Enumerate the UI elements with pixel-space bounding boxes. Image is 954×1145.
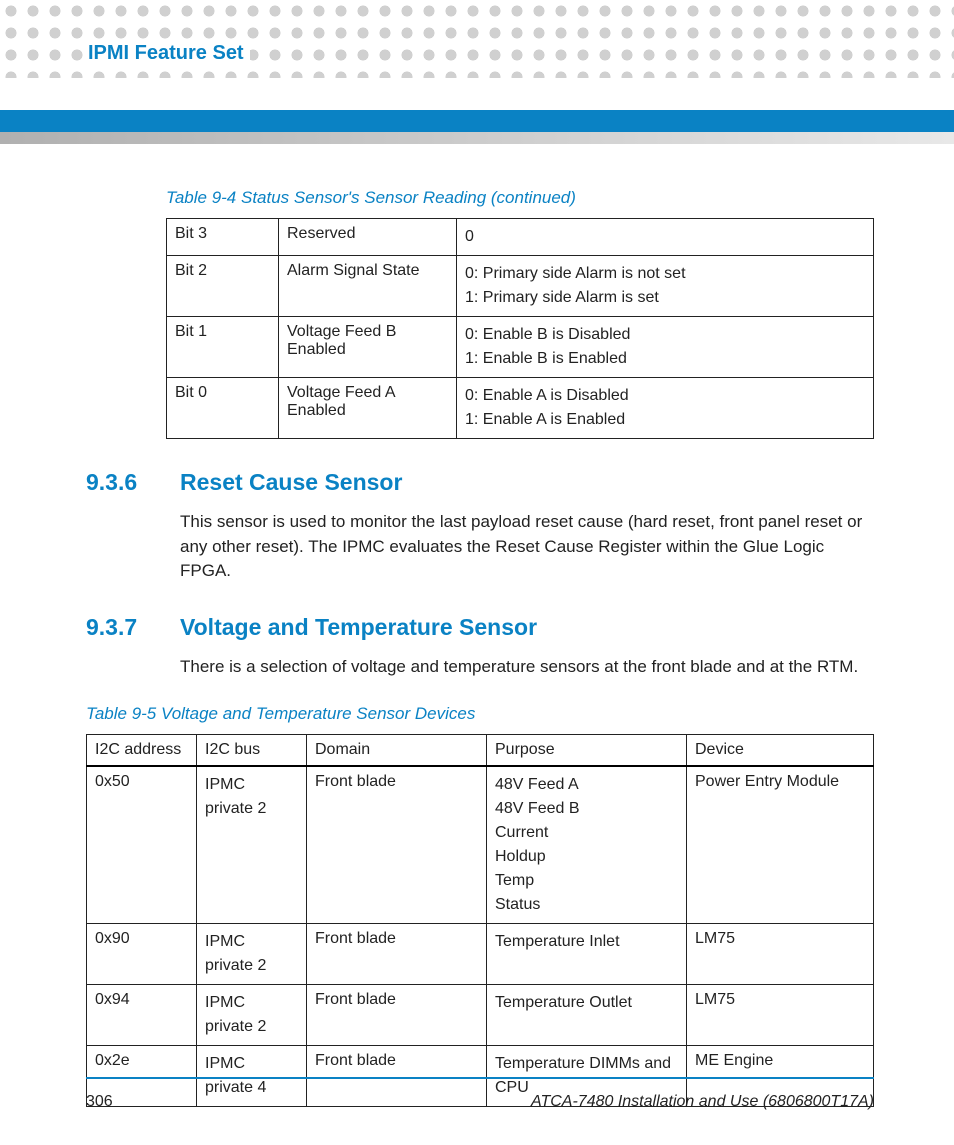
column-header: Purpose [487,734,687,766]
bit-cell: Bit 3 [167,219,279,256]
table-row: Bit 0Voltage Feed A Enabled0: Enable A i… [167,378,874,439]
purpose-cell: 48V Feed A48V Feed BCurrentHoldupTempSta… [487,766,687,924]
domain-cell: Front blade [307,766,487,924]
section-number: 9.3.7 [86,614,148,641]
column-header: I2C bus [197,734,307,766]
desc-cell: 0: Enable A is Disabled1: Enable A is En… [457,378,874,439]
section-title: Voltage and Temperature Sensor [180,614,537,641]
device-cell: Power Entry Module [687,766,874,924]
desc-cell: 0 [457,219,874,256]
domain-cell: Front blade [307,984,487,1045]
header-dot-pattern [0,0,954,78]
device-cell: LM75 [687,923,874,984]
name-cell: Voltage Feed B Enabled [279,317,457,378]
section-9-3-6-body: This sensor is used to monitor the last … [180,510,874,584]
table-9-4-caption: Table 9-4 Status Sensor's Sensor Reading… [166,188,874,208]
device-cell: LM75 [687,984,874,1045]
section-9-3-6-heading: 9.3.6 Reset Cause Sensor [86,469,874,496]
section-9-3-7-body: There is a selection of voltage and temp… [180,655,874,680]
table-row: 0x50IPMCprivate 2Front blade48V Feed A48… [87,766,874,924]
section-9-3-7-heading: 9.3.7 Voltage and Temperature Sensor [86,614,874,641]
table-row: Bit 3Reserved0 [167,219,874,256]
footer-rule [86,1077,874,1079]
bit-cell: Bit 2 [167,256,279,317]
section-number: 9.3.6 [86,469,148,496]
i2c-bus-cell: IPMCprivate 2 [197,766,307,924]
i2c-address-cell: 0x94 [87,984,197,1045]
doc-title: ATCA-7480 Installation and Use (6806800T… [531,1093,874,1111]
table-9-4: Bit 3Reserved0Bit 2Alarm Signal State0: … [166,218,874,439]
purpose-cell: Temperature Outlet [487,984,687,1045]
column-header: Domain [307,734,487,766]
bit-cell: Bit 0 [167,378,279,439]
table-row: Bit 2Alarm Signal State0: Primary side A… [167,256,874,317]
i2c-bus-cell: IPMCprivate 2 [197,984,307,1045]
page-number: 306 [86,1093,113,1111]
table-9-5-caption: Table 9-5 Voltage and Temperature Sensor… [86,704,874,724]
column-header: I2C address [87,734,197,766]
name-cell: Alarm Signal State [279,256,457,317]
i2c-bus-cell: IPMCprivate 2 [197,923,307,984]
desc-cell: 0: Enable B is Disabled1: Enable B is En… [457,317,874,378]
name-cell: Voltage Feed A Enabled [279,378,457,439]
header-grey-bar [0,132,954,144]
column-header: Device [687,734,874,766]
desc-cell: 0: Primary side Alarm is not set1: Prima… [457,256,874,317]
chapter-title: IPMI Feature Set [86,42,250,65]
table-row: 0x90IPMCprivate 2Front bladeTemperature … [87,923,874,984]
bit-cell: Bit 1 [167,317,279,378]
i2c-address-cell: 0x90 [87,923,197,984]
section-title: Reset Cause Sensor [180,469,402,496]
header-blue-bar [0,110,954,132]
table-row: Bit 1Voltage Feed B Enabled0: Enable B i… [167,317,874,378]
domain-cell: Front blade [307,923,487,984]
name-cell: Reserved [279,219,457,256]
table-9-5: I2C addressI2C busDomainPurposeDevice 0x… [86,734,874,1107]
page-footer: 306 ATCA-7480 Installation and Use (6806… [86,1093,874,1111]
purpose-cell: Temperature Inlet [487,923,687,984]
i2c-address-cell: 0x50 [87,766,197,924]
table-row: 0x94IPMCprivate 2Front bladeTemperature … [87,984,874,1045]
